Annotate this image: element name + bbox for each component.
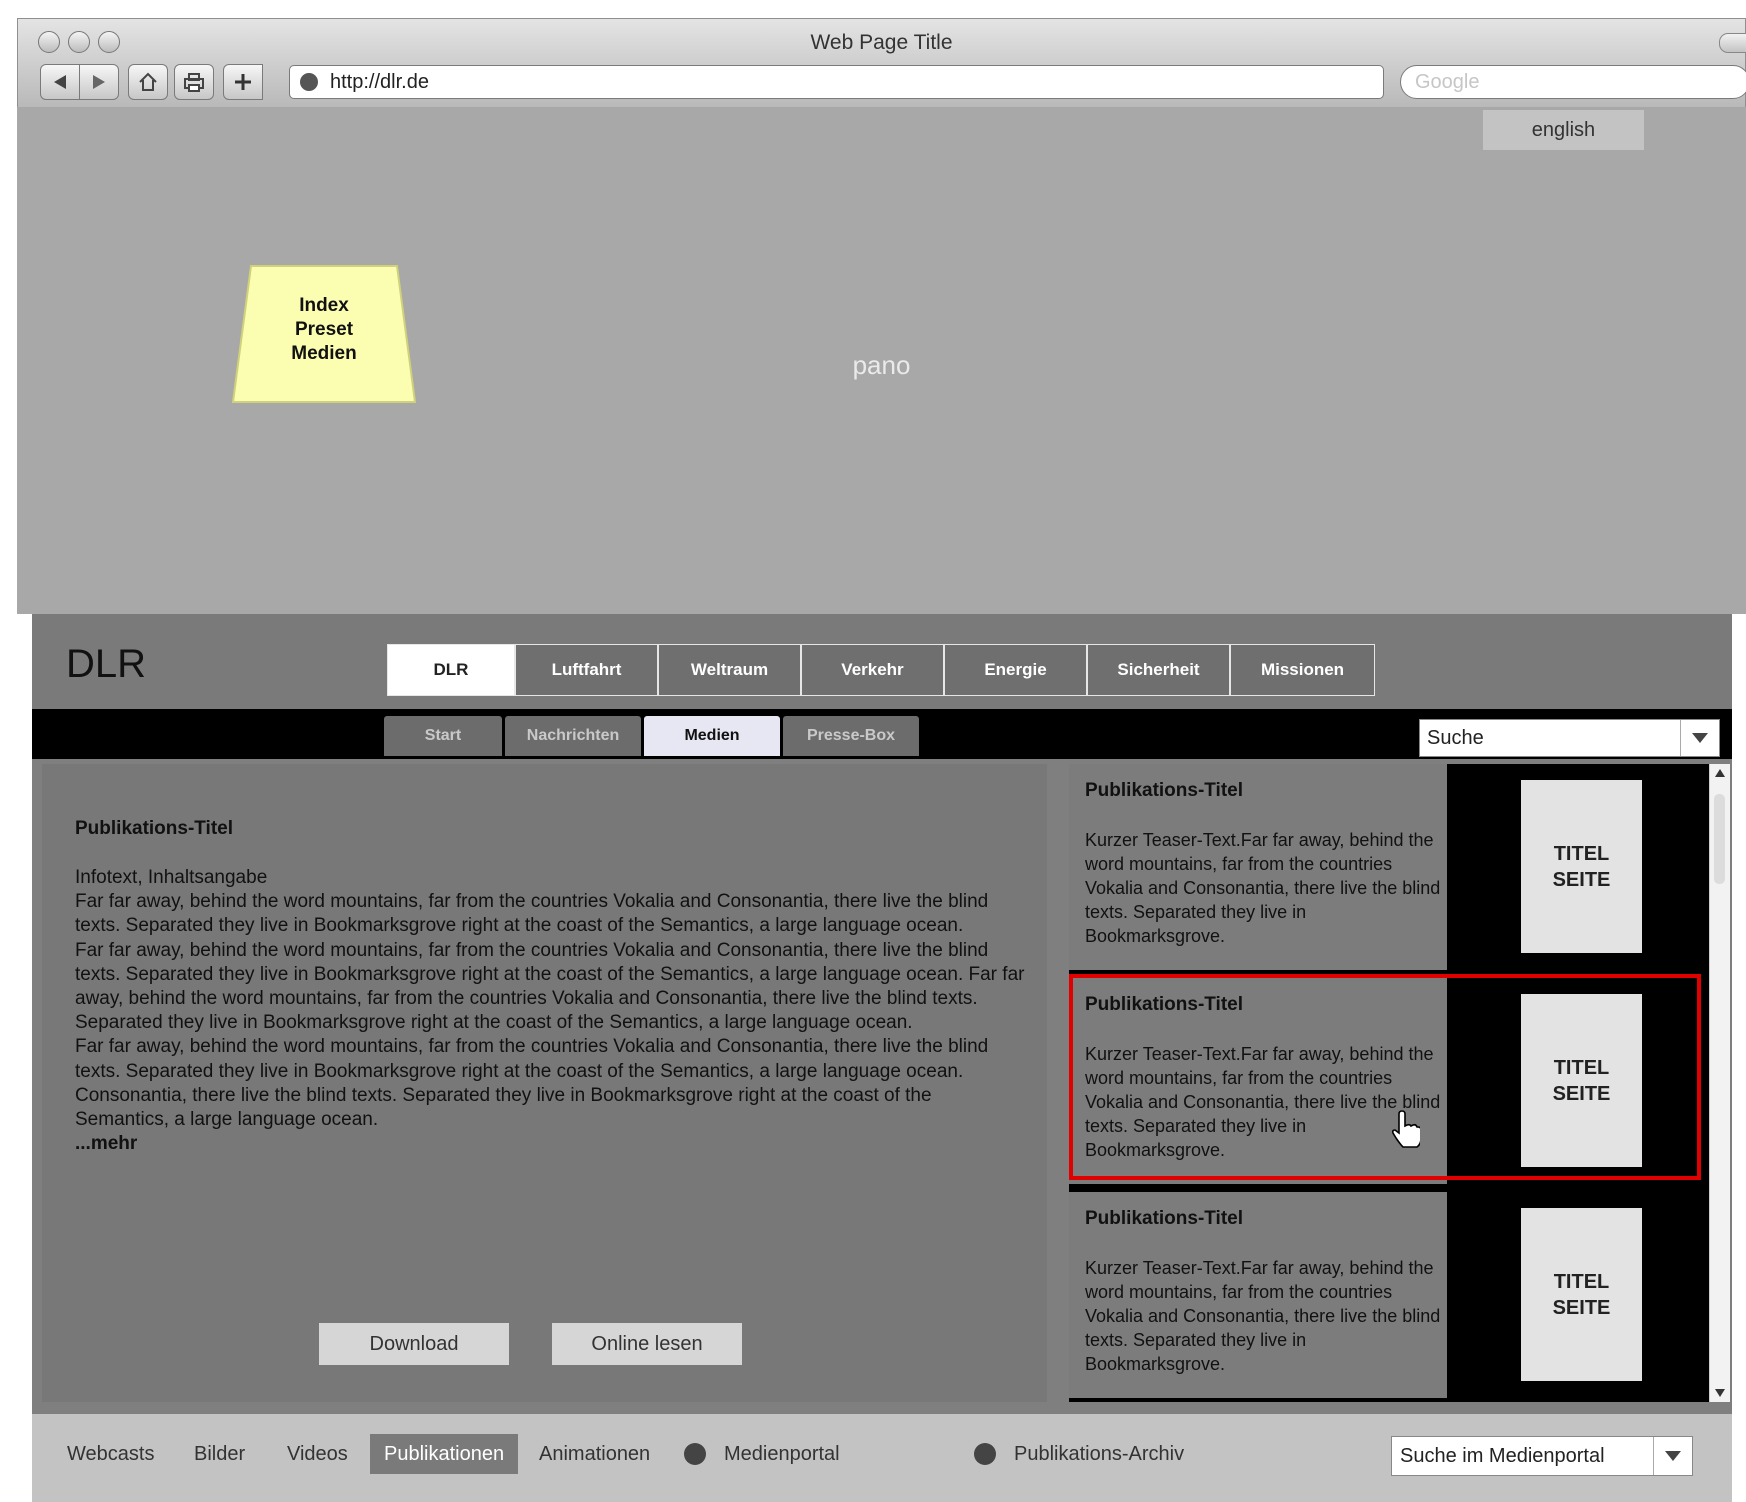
footer-link-publikationen[interactable]: Publikationen xyxy=(370,1434,519,1474)
archive-link[interactable]: Publikations-Archiv xyxy=(974,1434,1184,1474)
dropdown-arrow-icon[interactable] xyxy=(1653,1437,1692,1475)
site-header: DLR DLR Luftfahrt Weltraum Verkehr Energ… xyxy=(32,614,1732,709)
footer-link-webcasts[interactable]: Webcasts xyxy=(67,1434,154,1474)
medienportal-link[interactable]: Medienportal xyxy=(684,1434,840,1474)
list-item-text: Publikations-Titel Kurzer Teaser-Text.Fa… xyxy=(1069,764,1447,970)
globe-icon xyxy=(974,1443,996,1465)
main-nav-weltraum[interactable]: Weltraum xyxy=(659,645,802,695)
scroll-thumb[interactable] xyxy=(1714,794,1725,884)
list-item-title: Publikations-Titel xyxy=(1085,780,1244,801)
list-item-title: Publikations-Titel xyxy=(1085,1208,1244,1229)
medienportal-search-value: Suche im Medienportal xyxy=(1400,1445,1605,1467)
dlr-site: DLR DLR Luftfahrt Weltraum Verkehr Energ… xyxy=(32,614,1732,1502)
print-button[interactable] xyxy=(174,64,214,100)
browser-search-input[interactable]: Google xyxy=(1400,65,1746,99)
list-item-teaser: Kurzer Teaser-Text.Far far away, behind … xyxy=(1085,1258,1441,1374)
sub-navigation: Start Nachrichten Medien Presse-Box xyxy=(384,716,919,756)
read-online-button[interactable]: Online lesen xyxy=(552,1323,742,1365)
sticky-note-line: Preset xyxy=(294,319,354,340)
sticky-note-line: Index xyxy=(299,295,349,316)
publication-paragraph: Consonantia, there live the blind texts.… xyxy=(75,1084,932,1131)
scroll-down-icon[interactable] xyxy=(1710,1384,1730,1402)
more-link[interactable]: ...mehr xyxy=(75,1132,1025,1156)
scroll-up-icon[interactable] xyxy=(1710,764,1730,782)
web-page: english Index Preset Medien pano DLR DLR… xyxy=(17,107,1746,1502)
sub-nav-presse-box[interactable]: Presse-Box xyxy=(783,716,919,756)
globe-icon xyxy=(684,1443,706,1465)
sub-navigation-bar: Start Nachrichten Medien Presse-Box Such… xyxy=(32,709,1732,759)
publication-paragraph: Far far away, behind the word mountains,… xyxy=(75,891,989,937)
main-nav-verkehr[interactable]: Verkehr xyxy=(802,645,945,695)
list-item-teaser: Kurzer Teaser-Text.Far far away, behind … xyxy=(1085,830,1441,946)
footer-link-videos[interactable]: Videos xyxy=(287,1434,348,1474)
list-item-text: Publikations-Titel Kurzer Teaser-Text.Fa… xyxy=(1069,1192,1447,1398)
dropdown-arrow-icon[interactable] xyxy=(1680,720,1719,756)
list-item-title: Publikations-Titel xyxy=(1085,994,1244,1015)
add-bookmark-button[interactable] xyxy=(223,64,263,100)
media-footer: Webcasts Bilder Videos Publikationen Ani… xyxy=(32,1414,1732,1502)
footer-link-animationen[interactable]: Animationen xyxy=(539,1434,650,1474)
site-search-value: Suche xyxy=(1427,727,1484,749)
main-navigation: DLR Luftfahrt Weltraum Verkehr Energie S… xyxy=(387,644,1375,696)
arrow-right-icon xyxy=(93,75,105,89)
list-item[interactable]: Publikations-Titel Kurzer Teaser-Text.Fa… xyxy=(1069,764,1700,970)
plus-icon xyxy=(235,74,251,90)
list-item-selected[interactable]: Publikations-Titel Kurzer Teaser-Text.Fa… xyxy=(1069,974,1701,1184)
publication-detail: Publikations-Titel Infotext, Inhaltsanga… xyxy=(42,764,1047,1402)
publication-paragraph: Infotext, Inhaltsangabe xyxy=(75,867,268,888)
browser-window: Web Page Title http://dlr.de Google engl… xyxy=(17,18,1746,1502)
browser-toolbar: Web Page Title http://dlr.de Google xyxy=(17,18,1746,108)
publication-paragraph: Far far away, behind the word mountains,… xyxy=(75,939,1025,1034)
archive-label: Publikations-Archiv xyxy=(1014,1442,1185,1465)
publication-title: Publikations-Titel xyxy=(75,818,234,839)
cover-thumbnail[interactable]: TITEL SEITE xyxy=(1521,994,1642,1167)
medienportal-search-select[interactable]: Suche im Medienportal xyxy=(1391,1436,1693,1476)
window-title: Web Page Title xyxy=(810,31,953,54)
url-text: http://dlr.de xyxy=(330,70,429,93)
pano-area: english Index Preset Medien pano xyxy=(17,107,1746,614)
main-nav-sicherheit[interactable]: Sicherheit xyxy=(1088,645,1231,695)
home-icon xyxy=(139,72,157,91)
medienportal-label: Medienportal xyxy=(724,1442,840,1465)
list-scrollbar[interactable] xyxy=(1709,764,1730,1402)
address-bar[interactable]: http://dlr.de xyxy=(289,65,1384,99)
main-nav-luftfahrt[interactable]: Luftfahrt xyxy=(516,645,659,695)
cover-thumbnail[interactable]: TITEL SEITE xyxy=(1521,780,1642,953)
forward-button[interactable] xyxy=(79,64,119,100)
sticky-note: Index Preset Medien xyxy=(231,264,417,404)
home-button[interactable] xyxy=(128,64,168,100)
sub-nav-medien[interactable]: Medien xyxy=(644,716,780,756)
arrow-left-icon xyxy=(54,75,66,89)
pano-label: pano xyxy=(852,350,911,380)
sub-nav-start[interactable]: Start xyxy=(384,716,502,756)
publication-paragraph: Far far away, behind the word mountains,… xyxy=(75,1036,989,1082)
main-nav-dlr[interactable]: DLR xyxy=(388,645,516,695)
printer-icon xyxy=(184,73,204,92)
cover-thumbnail[interactable]: TITEL SEITE xyxy=(1521,1208,1642,1381)
hand-cursor-icon xyxy=(1390,1110,1422,1155)
globe-icon xyxy=(300,73,318,91)
main-nav-energie[interactable]: Energie xyxy=(945,645,1088,695)
download-button[interactable]: Download xyxy=(319,1323,509,1365)
footer-link-bilder[interactable]: Bilder xyxy=(194,1434,245,1474)
back-button[interactable] xyxy=(40,64,80,100)
publication-list: Publikations-Titel Kurzer Teaser-Text.Fa… xyxy=(1069,764,1709,1402)
site-search-select[interactable]: Suche xyxy=(1419,719,1720,757)
main-nav-missionen[interactable]: Missionen xyxy=(1231,645,1374,695)
language-switch-button[interactable]: english xyxy=(1483,110,1644,150)
publication-text: Infotext, Inhaltsangabe Far far away, be… xyxy=(75,866,1025,1156)
sub-nav-nachrichten[interactable]: Nachrichten xyxy=(505,716,641,756)
toolbar-toggle-button[interactable] xyxy=(1719,33,1746,53)
site-logo[interactable]: DLR xyxy=(66,642,146,687)
list-item[interactable]: Publikations-Titel Kurzer Teaser-Text.Fa… xyxy=(1069,1192,1700,1398)
